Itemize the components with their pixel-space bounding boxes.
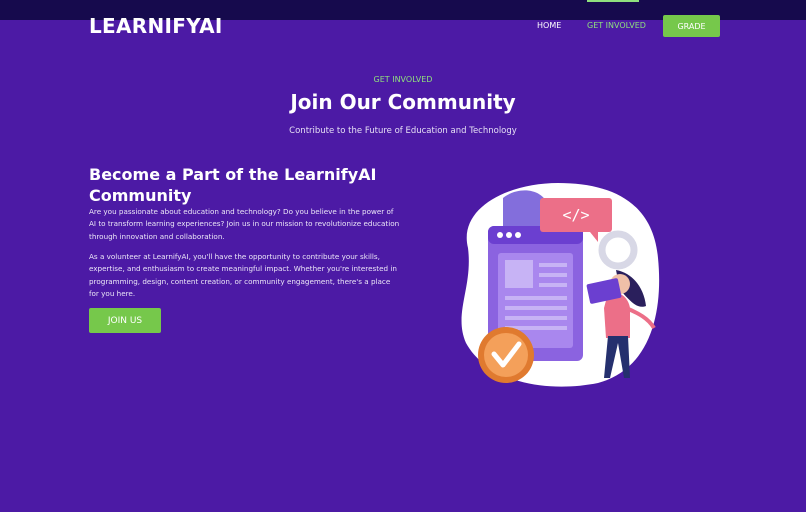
grade-button[interactable]: GRADE (663, 15, 720, 37)
volunteer-paragraph: As a volunteer at LearnifyAI, you'll hav… (89, 252, 397, 298)
hero-subtitle: Contribute to the Future of Education an… (289, 126, 517, 136)
join-us-button[interactable]: JOIN US (89, 308, 161, 333)
active-nav-indicator (587, 0, 639, 2)
site-logo[interactable]: LEARNIFYAI (89, 14, 223, 38)
community-illustration: </> (448, 178, 664, 390)
page-title: Join Our Community (290, 90, 516, 114)
nav-home-link[interactable]: HOME (537, 21, 561, 30)
intro-paragraph: Are you passionate about education and t… (89, 207, 400, 241)
checkmark-badge-icon (478, 327, 534, 383)
nav-get-involved-link[interactable]: GET INVOLVED (587, 21, 646, 30)
section-title: Become a Part of the LearnifyAI Communit… (89, 165, 377, 205)
hero-eyebrow: GET INVOLVED (373, 75, 433, 84)
code-tag-label: </> (562, 206, 589, 224)
